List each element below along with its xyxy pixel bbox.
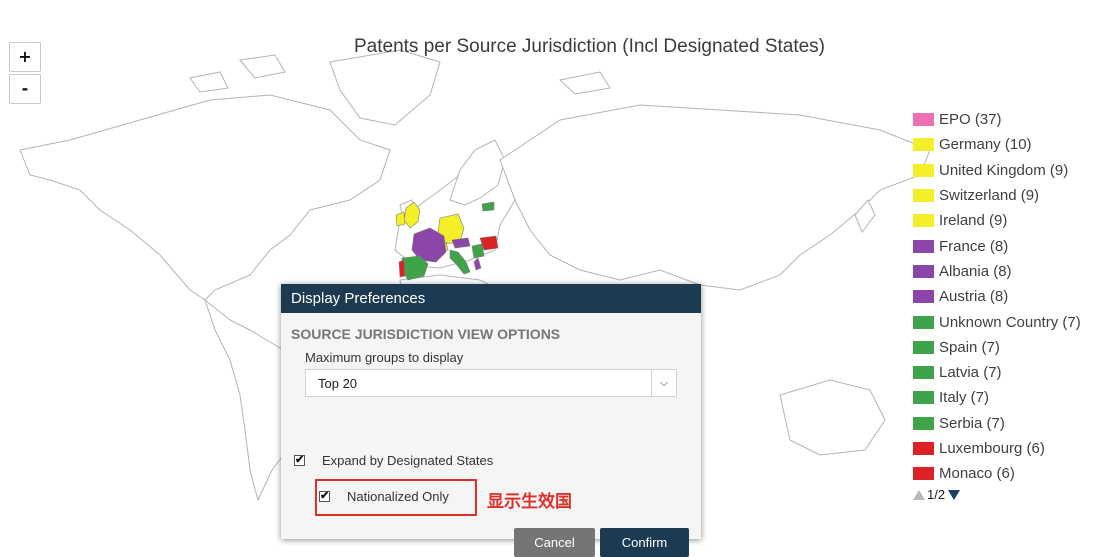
legend: EPO (37) Germany (10) United Kingdom (9)… [913, 107, 1081, 502]
legend-swatch [913, 138, 934, 152]
dialog-body: SOURCE JURISDICTION VIEW OPTIONS Maximum… [281, 313, 701, 557]
legend-item[interactable]: Germany (10) [913, 132, 1081, 157]
legend-page-indicator: 1/2 [927, 487, 946, 503]
nationalized-only-label: Nationalized Only [347, 489, 449, 504]
legend-label: Spain (7) [939, 338, 1000, 356]
legend-item[interactable]: Albania (8) [913, 259, 1081, 284]
annotation-text: 显示生效国 [487, 492, 572, 512]
australia [779, 379, 886, 456]
legend-swatch [913, 315, 934, 329]
legend-label: Luxembourg (6) [939, 440, 1045, 457]
legend-item[interactable]: Luxembourg (6) [913, 436, 1081, 461]
asia-landmass [499, 104, 931, 291]
legend-item[interactable]: Switzerland (9) [913, 183, 1081, 208]
legend-label: Italy (7) [939, 389, 990, 407]
country-serbia [471, 243, 485, 259]
legend-item[interactable]: France (8) [913, 233, 1081, 258]
legend-swatch [913, 239, 934, 253]
legend-prev-page-icon[interactable] [913, 489, 925, 500]
greenland [329, 49, 441, 126]
legend-item[interactable]: Italy (7) [913, 385, 1081, 410]
legend-swatch [913, 467, 934, 481]
expand-designated-label: Expand by Designated States [322, 453, 494, 468]
section-title: SOURCE JURISDICTION VIEW OPTIONS [291, 326, 561, 342]
north-america-landmass [19, 94, 391, 301]
zoom-in-button[interactable]: + [9, 42, 41, 72]
arctic-island-2 [189, 71, 229, 93]
arctic-island-3 [558, 71, 611, 95]
legend-swatch [913, 366, 934, 380]
legend-item[interactable]: Serbia (7) [913, 411, 1081, 436]
zoom-out-button[interactable]: - [9, 74, 41, 104]
chevron-down-icon[interactable]: ⌵ [651, 370, 676, 396]
legend-swatch [913, 391, 934, 405]
nationalized-only-row: ✔ Nationalized Only [319, 489, 449, 504]
legend-label: Switzerland (9) [939, 187, 1040, 205]
legend-next-page-icon[interactable] [948, 489, 961, 500]
legend-item[interactable]: EPO (37) [913, 107, 1081, 132]
expand-designated-row: ✔ Expand by Designated States [294, 453, 493, 468]
legend-label: Ireland (9) [939, 212, 1008, 230]
country-ireland [395, 211, 406, 227]
country-portugal [398, 259, 406, 278]
legend-label: France (8) [939, 237, 1009, 255]
legend-label: United Kingdom (9) [939, 161, 1069, 179]
legend-label: Albania (8) [939, 262, 1012, 280]
legend-item[interactable]: Spain (7) [913, 335, 1081, 360]
legend-label: Latvia (7) [939, 364, 1002, 382]
chart-title: Patents per Source Jurisdiction (Incl De… [354, 36, 826, 57]
legend-pager: 1/2 [913, 487, 1081, 502]
legend-label: EPO (37) [939, 111, 1002, 129]
legend-label: Serbia (7) [939, 414, 1005, 432]
max-groups-select[interactable]: Top 20 ⌵ [305, 369, 677, 397]
legend-swatch [913, 163, 934, 177]
legend-swatch [913, 340, 934, 354]
legend-swatch [913, 113, 934, 127]
legend-label: Unknown Country (7) [939, 313, 1081, 331]
max-groups-value: Top 20 [318, 376, 358, 391]
legend-item[interactable]: United Kingdom (9) [913, 158, 1081, 183]
cancel-button[interactable]: Cancel [514, 528, 595, 557]
legend-swatch [913, 416, 934, 430]
legend-item[interactable]: Unknown Country (7) [913, 309, 1081, 334]
legend-swatch [913, 442, 934, 455]
legend-swatch [913, 290, 934, 304]
legend-label: Germany (10) [939, 136, 1032, 154]
country-austria [451, 237, 471, 249]
legend-swatch [913, 214, 934, 228]
legend-swatch [913, 264, 934, 278]
country-albania [473, 257, 482, 271]
max-groups-label: Maximum groups to display [305, 350, 464, 365]
legend-swatch [913, 189, 934, 203]
expand-designated-checkbox[interactable]: ✔ [294, 455, 305, 466]
arctic-island-1 [239, 54, 286, 79]
display-preferences-dialog: Display Preferences SOURCE JURISDICTION … [281, 284, 701, 557]
legend-label: Monaco (6) [939, 465, 1015, 483]
confirm-button[interactable]: Confirm [600, 528, 689, 557]
dialog-title: Display Preferences [281, 284, 701, 313]
legend-item[interactable]: Austria (8) [913, 284, 1081, 309]
nationalized-only-checkbox[interactable]: ✔ [319, 491, 330, 502]
legend-item[interactable]: Latvia (7) [913, 360, 1081, 385]
legend-item[interactable]: Monaco (6) [913, 461, 1081, 486]
legend-label: Austria (8) [939, 288, 1009, 306]
legend-item[interactable]: Ireland (9) [913, 208, 1081, 233]
